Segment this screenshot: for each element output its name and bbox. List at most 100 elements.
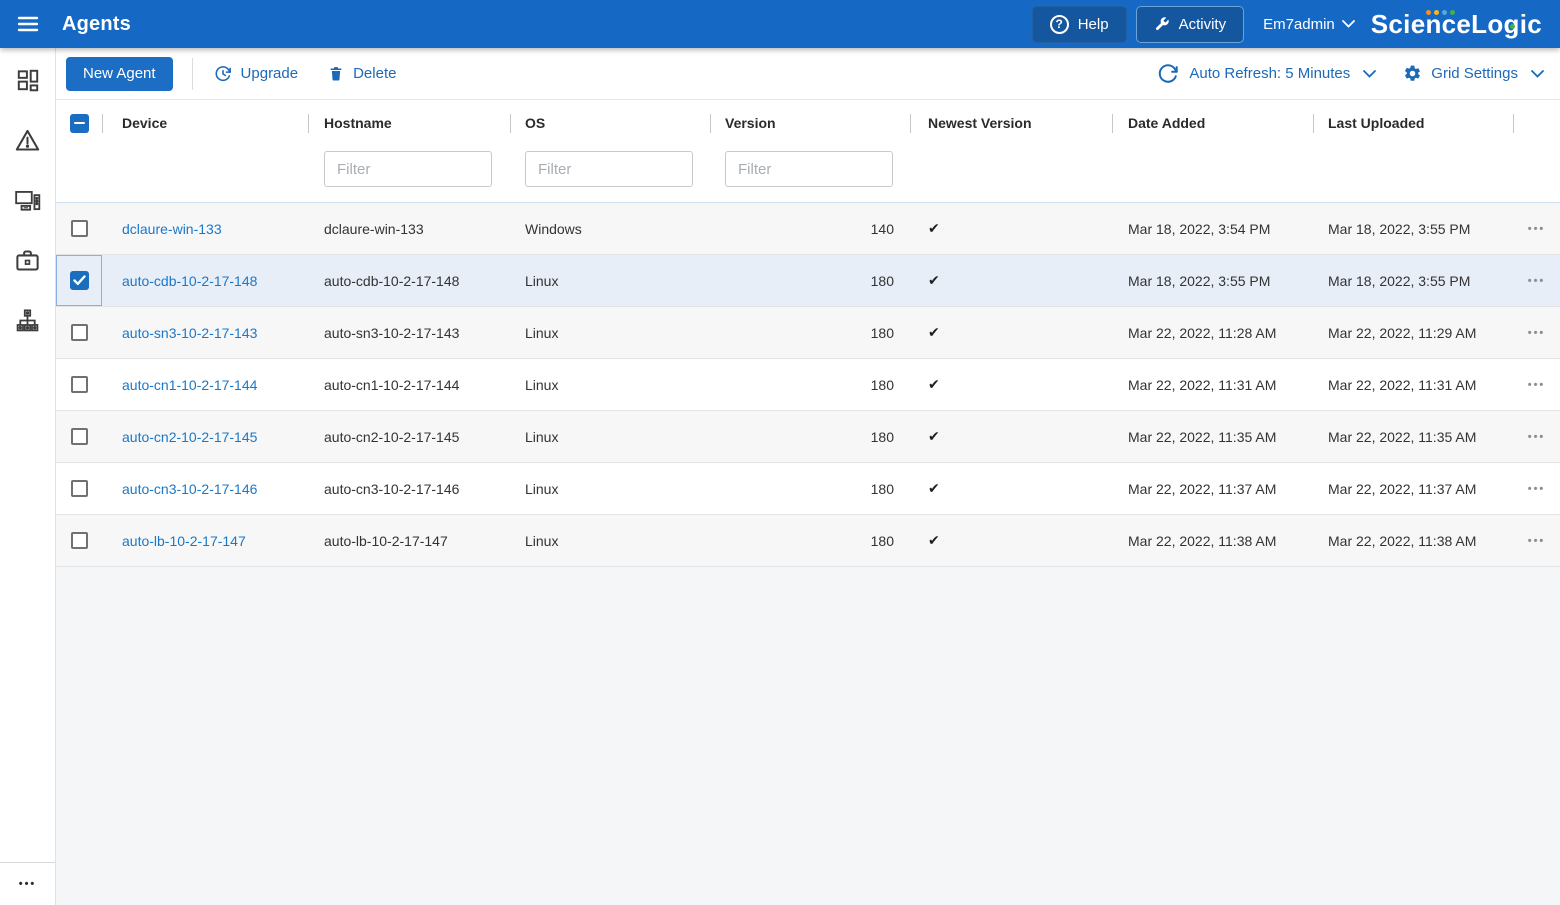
row-actions-button[interactable]: •••: [1513, 307, 1560, 358]
last-uploaded-cell: Mar 22, 2022, 11:38 AM: [1313, 515, 1513, 566]
left-navigation-sidebar: •••: [0, 48, 56, 905]
device-link[interactable]: dclaure-win-133: [122, 221, 222, 237]
last-uploaded-cell: Mar 22, 2022, 11:35 AM: [1313, 411, 1513, 462]
select-all-checkbox[interactable]: [70, 114, 89, 133]
new-agent-button[interactable]: New Agent: [66, 57, 173, 91]
version-cell: 140: [710, 203, 910, 254]
auto-refresh-label[interactable]: Auto Refresh: 5 Minutes: [1189, 65, 1350, 82]
briefcase-icon: [14, 247, 41, 274]
os-cell: Linux: [510, 463, 710, 514]
upgrade-button[interactable]: Upgrade: [214, 65, 299, 83]
dashboards-icon: [15, 67, 41, 93]
version-cell: 180: [710, 463, 910, 514]
version-cell: 180: [710, 359, 910, 410]
row-checkbox[interactable]: [70, 271, 89, 290]
gear-icon[interactable]: [1403, 64, 1422, 83]
select-all-cell: [56, 100, 102, 146]
newest-version-check-icon: ✔: [928, 220, 940, 237]
sidebar-more-button[interactable]: •••: [0, 862, 55, 905]
hostname-cell: auto-cdb-10-2-17-148: [308, 255, 510, 306]
version-filter-input[interactable]: [725, 151, 893, 187]
sidebar-item-maps[interactable]: [8, 300, 48, 340]
column-header-os[interactable]: OS: [510, 100, 710, 146]
newest-version-check-icon: ✔: [928, 480, 940, 497]
sidebar-item-devices[interactable]: [8, 180, 48, 220]
help-icon: ?: [1050, 15, 1069, 34]
device-link[interactable]: auto-lb-10-2-17-147: [122, 533, 246, 549]
version-cell: 180: [710, 515, 910, 566]
row-actions-button[interactable]: •••: [1513, 255, 1560, 306]
device-link[interactable]: auto-cn3-10-2-17-146: [122, 481, 257, 497]
date-added-cell: Mar 22, 2022, 11:28 AM: [1112, 307, 1313, 358]
hostname-cell: dclaure-win-133: [308, 203, 510, 254]
last-uploaded-cell: Mar 22, 2022, 11:31 AM: [1313, 359, 1513, 410]
devices-icon: [14, 186, 42, 214]
row-checkbox-cell: [56, 203, 102, 254]
sidebar-item-business-services[interactable]: [8, 240, 48, 280]
trash-icon: [328, 65, 344, 82]
help-button[interactable]: ? Help: [1032, 6, 1127, 43]
device-link[interactable]: auto-cdb-10-2-17-148: [122, 273, 257, 289]
checkbox-check-icon: [73, 275, 86, 286]
row-actions-button[interactable]: •••: [1513, 411, 1560, 462]
toolbar-divider: [192, 58, 193, 90]
date-added-cell: Mar 22, 2022, 11:37 AM: [1112, 463, 1313, 514]
device-link[interactable]: auto-cn2-10-2-17-145: [122, 429, 257, 445]
hostname-cell: auto-lb-10-2-17-147: [308, 515, 510, 566]
newest-version-check-icon: ✔: [928, 324, 940, 341]
date-added-cell: Mar 18, 2022, 3:55 PM: [1112, 255, 1313, 306]
table-row: auto-cdb-10-2-17-148 auto-cdb-10-2-17-14…: [56, 255, 1560, 307]
agents-toolbar: New Agent Upgrade: [56, 48, 1560, 100]
last-uploaded-cell: Mar 18, 2022, 3:55 PM: [1313, 255, 1513, 306]
page-title: Agents: [62, 13, 131, 36]
date-added-cell: Mar 18, 2022, 3:54 PM: [1112, 203, 1313, 254]
column-header-actions: [1513, 100, 1560, 146]
main-content: New Agent Upgrade: [56, 48, 1560, 905]
table-header-row: Device Hostname OS Version Newest Versio…: [56, 100, 1560, 146]
warning-triangle-icon: [14, 127, 41, 154]
row-actions-button[interactable]: •••: [1513, 515, 1560, 566]
column-header-version[interactable]: Version: [710, 100, 910, 146]
os-filter-input[interactable]: [525, 151, 693, 187]
user-menu[interactable]: Em7admin: [1263, 16, 1355, 33]
sciencelogic-logo: ScienceLogic: [1371, 9, 1542, 40]
row-checkbox[interactable]: [71, 532, 88, 549]
column-header-device[interactable]: Device: [102, 100, 308, 146]
row-checkbox[interactable]: [71, 376, 88, 393]
hostname-filter-input[interactable]: [324, 151, 492, 187]
sidebar-item-dashboards[interactable]: [8, 60, 48, 100]
os-cell: Linux: [510, 307, 710, 358]
row-actions-button[interactable]: •••: [1513, 203, 1560, 254]
row-actions-button[interactable]: •••: [1513, 463, 1560, 514]
sidebar-item-events[interactable]: [8, 120, 48, 160]
row-checkbox[interactable]: [71, 480, 88, 497]
activity-button[interactable]: Activity: [1136, 6, 1245, 43]
newest-version-check-icon: ✔: [928, 272, 940, 289]
row-checkbox-cell: [56, 255, 102, 306]
row-checkbox[interactable]: [71, 324, 88, 341]
device-link[interactable]: auto-cn1-10-2-17-144: [122, 377, 257, 393]
last-uploaded-cell: Mar 22, 2022, 11:37 AM: [1313, 463, 1513, 514]
auto-refresh-chevron-icon[interactable]: [1363, 70, 1376, 78]
table-row: auto-sn3-10-2-17-143 auto-sn3-10-2-17-14…: [56, 307, 1560, 359]
row-checkbox[interactable]: [71, 220, 88, 237]
grid-settings-label[interactable]: Grid Settings: [1431, 65, 1518, 82]
row-checkbox-cell: [56, 359, 102, 410]
grid-settings-chevron-icon[interactable]: [1531, 70, 1544, 78]
version-cell: 180: [710, 307, 910, 358]
column-header-newest-version[interactable]: Newest Version: [910, 100, 1112, 146]
column-header-hostname[interactable]: Hostname: [308, 100, 510, 146]
column-header-last-uploaded[interactable]: Last Uploaded: [1313, 100, 1513, 146]
hostname-cell: auto-cn2-10-2-17-145: [308, 411, 510, 462]
auto-refresh-icon[interactable]: [1157, 63, 1179, 85]
column-header-date-added[interactable]: Date Added: [1112, 100, 1313, 146]
menu-icon[interactable]: [0, 12, 56, 36]
delete-button[interactable]: Delete: [328, 65, 396, 82]
device-link[interactable]: auto-sn3-10-2-17-143: [122, 325, 257, 341]
os-cell: Linux: [510, 411, 710, 462]
os-cell: Linux: [510, 515, 710, 566]
date-added-cell: Mar 22, 2022, 11:35 AM: [1112, 411, 1313, 462]
row-checkbox[interactable]: [71, 428, 88, 445]
agents-table: Device Hostname OS Version Newest Versio…: [56, 100, 1560, 567]
row-actions-button[interactable]: •••: [1513, 359, 1560, 410]
